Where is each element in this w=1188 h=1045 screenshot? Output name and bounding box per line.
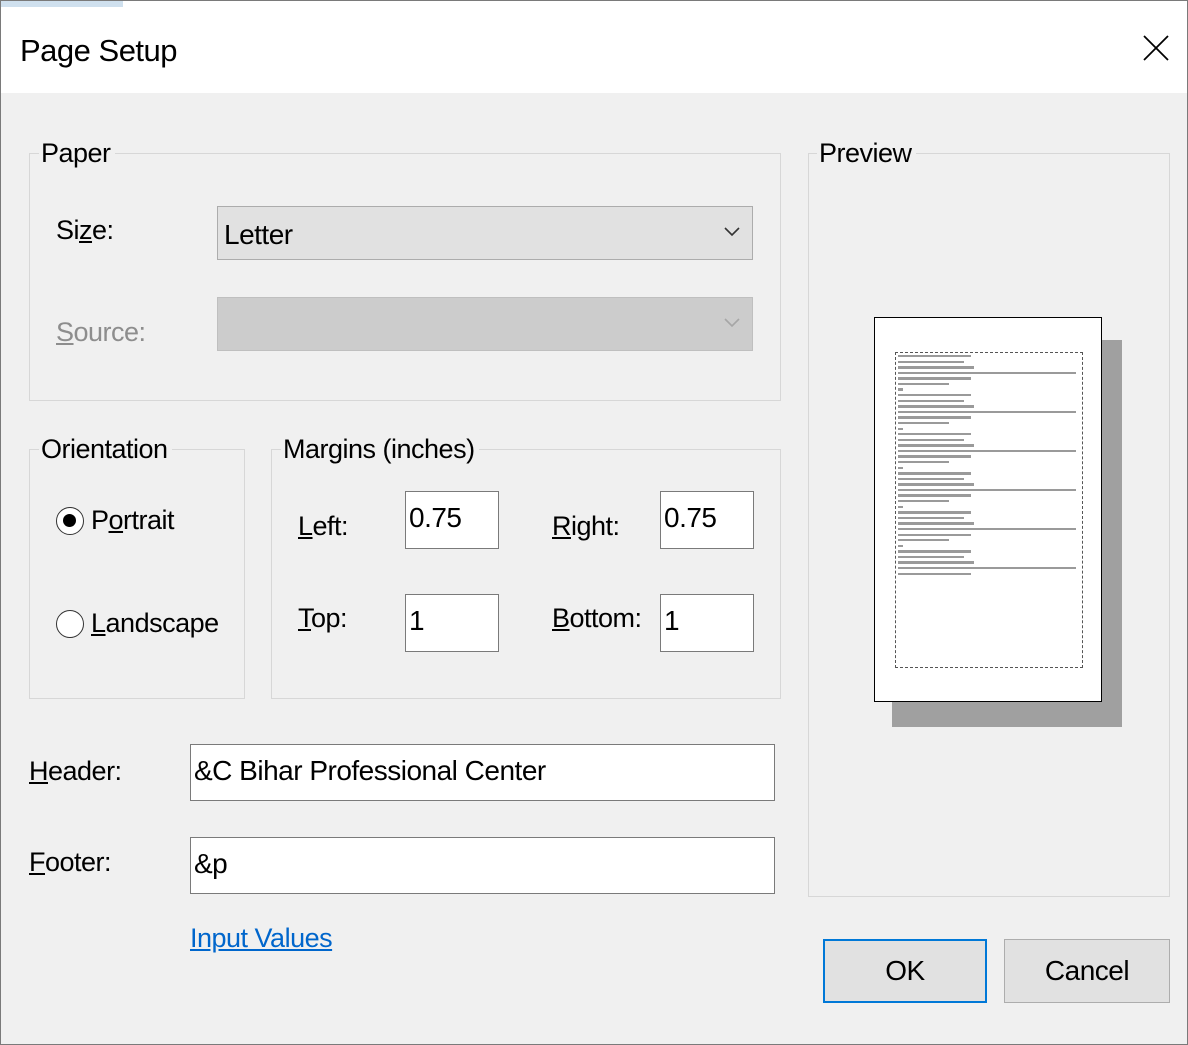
page-setup-dialog: Page Setup Paper Size: Letter Source: Or…: [0, 0, 1188, 1045]
cancel-button[interactable]: Cancel: [1004, 939, 1170, 1003]
landscape-label[interactable]: Landscape: [91, 608, 219, 638]
radio-selected-dot: [63, 514, 76, 527]
chevron-down-icon: [724, 318, 740, 328]
dialog-title: Page Setup: [20, 33, 178, 68]
right-margin-label: Right:: [552, 511, 620, 541]
close-button[interactable]: [1131, 23, 1181, 73]
size-label: Size:: [56, 215, 114, 245]
header-label: Header:: [29, 756, 122, 786]
top-margin-label: Top:: [298, 603, 348, 633]
chevron-down-icon: [724, 227, 740, 237]
close-icon: [1143, 35, 1169, 61]
left-margin-label: Left:: [298, 511, 349, 541]
landscape-radio[interactable]: [56, 610, 84, 638]
paper-group: [29, 153, 781, 401]
preview-text-lines: [898, 355, 1080, 578]
size-dropdown[interactable]: Letter: [217, 206, 753, 260]
ok-button[interactable]: OK: [823, 939, 987, 1003]
orientation-group: [29, 449, 245, 699]
portrait-label[interactable]: Portrait: [91, 505, 175, 535]
size-value: Letter: [224, 219, 293, 250]
paper-legend: Paper: [39, 138, 115, 168]
right-margin-input[interactable]: 0.75: [660, 491, 754, 549]
preview-legend: Preview: [817, 138, 916, 168]
title-bar: Page Setup: [1, 1, 1187, 93]
bottom-margin-label: Bottom:: [552, 603, 642, 633]
margins-group: [271, 449, 781, 699]
footer-input[interactable]: &p: [190, 837, 775, 894]
header-input[interactable]: &C Bihar Professional Center: [190, 744, 775, 801]
input-values-link[interactable]: Input Values: [190, 923, 333, 954]
margins-legend: Margins (inches): [281, 434, 479, 464]
left-margin-input[interactable]: 0.75: [405, 491, 499, 549]
orientation-legend: Orientation: [39, 434, 172, 464]
source-dropdown: [217, 297, 753, 351]
footer-label: Footer:: [29, 847, 112, 877]
bottom-margin-input[interactable]: 1: [660, 594, 754, 652]
top-margin-input[interactable]: 1: [405, 594, 499, 652]
portrait-radio[interactable]: [56, 507, 84, 535]
title-bar-accent: [1, 1, 123, 7]
source-label: Source:: [56, 317, 146, 347]
